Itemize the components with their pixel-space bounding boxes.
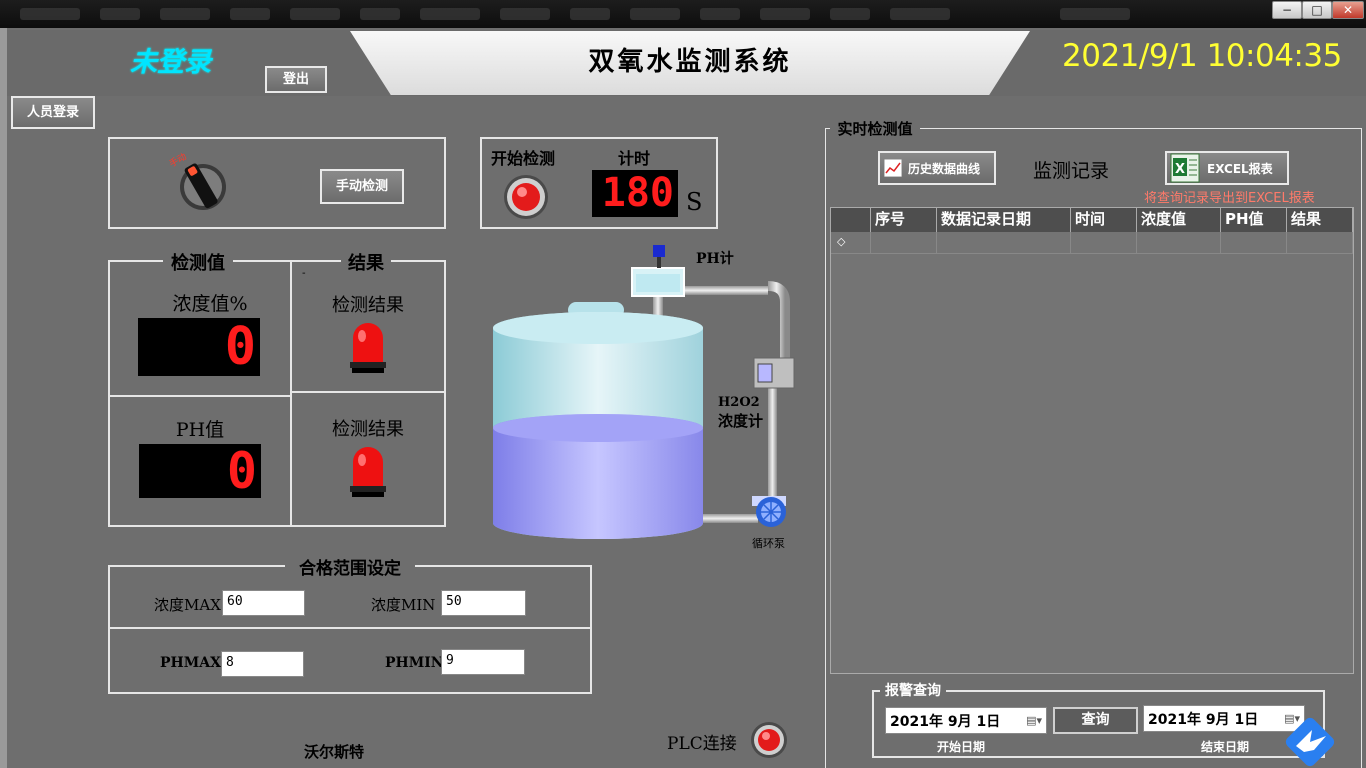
history-curve-button[interactable]: 历史数据曲线 bbox=[878, 151, 996, 185]
logout-button[interactable]: 登出 bbox=[265, 66, 327, 93]
result-dash: - bbox=[302, 268, 306, 279]
h2o2-meter-label-1: H2O2 bbox=[718, 395, 760, 410]
records-title: 监测记录 bbox=[1033, 160, 1110, 182]
calendar-icon: ▤▾ bbox=[1284, 712, 1300, 725]
maximize-button[interactable]: □ bbox=[1302, 1, 1332, 19]
timer-label: 计时 bbox=[618, 149, 651, 168]
ph-min-label: PHMIN bbox=[385, 655, 444, 671]
start-detect-lamp[interactable] bbox=[503, 174, 549, 220]
conc-max-input[interactable]: 60 bbox=[222, 590, 305, 616]
column-header[interactable]: 序号 bbox=[871, 208, 937, 232]
lamp-icon bbox=[751, 722, 787, 758]
ph-min-input[interactable]: 9 bbox=[441, 649, 525, 675]
company-label: 沃尔斯特 bbox=[304, 743, 365, 761]
table-corner-header bbox=[831, 208, 871, 232]
excel-report-button[interactable]: X EXCEL报表 bbox=[1165, 151, 1289, 185]
ph-label: PH值 bbox=[175, 419, 225, 441]
h2o2-meter-label-2: 浓度计 bbox=[718, 412, 764, 430]
history-curve-label: 历史数据曲线 bbox=[908, 161, 981, 176]
ph-display: 0 bbox=[139, 444, 261, 498]
alarm-light-icon bbox=[350, 447, 386, 497]
column-header[interactable]: 数据记录日期 bbox=[937, 208, 1071, 232]
column-header[interactable]: 浓度值 bbox=[1137, 208, 1221, 232]
chart-icon bbox=[884, 159, 902, 177]
page-title: 双氧水监测系统 bbox=[588, 47, 792, 77]
login-status: 未登录 bbox=[130, 47, 211, 78]
start-date-caption: 开始日期 bbox=[937, 740, 986, 754]
ph-meter-label: PH计 bbox=[696, 251, 734, 267]
result2-label: 检测结果 bbox=[332, 419, 404, 440]
plc-label: PLC连接 bbox=[667, 734, 737, 754]
bird-icon bbox=[1292, 726, 1332, 760]
measure-divider bbox=[110, 395, 290, 397]
person-login-button[interactable]: 人员登录 bbox=[11, 96, 95, 129]
column-header[interactable]: PH值 bbox=[1221, 208, 1287, 232]
calendar-icon: ▤▾ bbox=[1026, 714, 1042, 727]
ph-max-label: PHMAX bbox=[160, 655, 221, 671]
table-cell[interactable] bbox=[1221, 232, 1287, 254]
excel-hint: 将查询记录导出到EXCEL报表 bbox=[1144, 191, 1315, 206]
range-divider bbox=[110, 627, 590, 629]
column-header[interactable]: 时间 bbox=[1071, 208, 1137, 232]
start-date-picker[interactable]: 2021年 9月 1日 ▤▾ bbox=[885, 707, 1047, 734]
concentration-label: 浓度值% bbox=[172, 293, 248, 315]
datetime-display: 2021/9/1 10:04:35 bbox=[1062, 38, 1342, 74]
query-button[interactable]: 查询 bbox=[1053, 707, 1138, 734]
table-cell[interactable] bbox=[1071, 232, 1137, 254]
table-cell[interactable] bbox=[1287, 232, 1353, 254]
table-cell[interactable] bbox=[937, 232, 1071, 254]
start-detect-label: 开始检测 bbox=[491, 149, 556, 168]
svg-text:X: X bbox=[1175, 162, 1185, 177]
range-title: 合格范围设定 bbox=[285, 554, 415, 579]
alarm-group-title: 报警查询 bbox=[880, 680, 946, 700]
close-button[interactable]: ✕ bbox=[1332, 1, 1364, 19]
lamp-icon bbox=[504, 175, 548, 219]
result1-alarm-light bbox=[349, 318, 387, 376]
conc-max-label: 浓度MAX bbox=[154, 596, 221, 614]
result2-alarm-light bbox=[349, 442, 387, 500]
end-date-picker[interactable]: 2021年 9月 1日 ▤▾ bbox=[1143, 705, 1305, 732]
end-date-caption: 结束日期 bbox=[1201, 740, 1250, 754]
table-cell[interactable] bbox=[871, 232, 937, 254]
concentration-display: 0 bbox=[138, 318, 260, 376]
measure-title: 检测值 bbox=[163, 249, 233, 274]
manual-detect-button[interactable]: 手动检测 bbox=[320, 169, 404, 204]
result1-label: 检测结果 bbox=[332, 295, 404, 316]
pump-label: 循环泵 bbox=[752, 537, 785, 550]
timer-display: 180 bbox=[592, 170, 678, 217]
ph-max-input[interactable]: 8 bbox=[221, 651, 304, 677]
column-header[interactable]: 结果 bbox=[1287, 208, 1353, 232]
plc-status-lamp bbox=[750, 721, 788, 759]
conc-min-label: 浓度MIN bbox=[371, 596, 436, 614]
records-table[interactable]: 序号 数据记录日期 时间 浓度值 PH值 结果 ◇ bbox=[830, 207, 1354, 674]
excel-report-label: EXCEL报表 bbox=[1207, 161, 1273, 176]
row-marker[interactable]: ◇ bbox=[831, 232, 871, 254]
result-title: 结果 bbox=[341, 249, 391, 274]
excel-icon: X bbox=[1170, 153, 1200, 183]
timer-unit: S bbox=[686, 188, 703, 216]
realtime-group-title: 实时检测值 bbox=[830, 118, 920, 138]
window-title-bar: − □ ✕ bbox=[0, 0, 1366, 28]
alarm-light-icon bbox=[350, 323, 386, 373]
conc-min-input[interactable]: 50 bbox=[441, 590, 526, 616]
table-cell[interactable] bbox=[1137, 232, 1221, 254]
end-date-value: 2021年 9月 1日 bbox=[1148, 711, 1259, 728]
minimize-button[interactable]: − bbox=[1272, 1, 1302, 19]
start-date-value: 2021年 9月 1日 bbox=[890, 713, 1001, 730]
result-divider bbox=[292, 391, 444, 393]
